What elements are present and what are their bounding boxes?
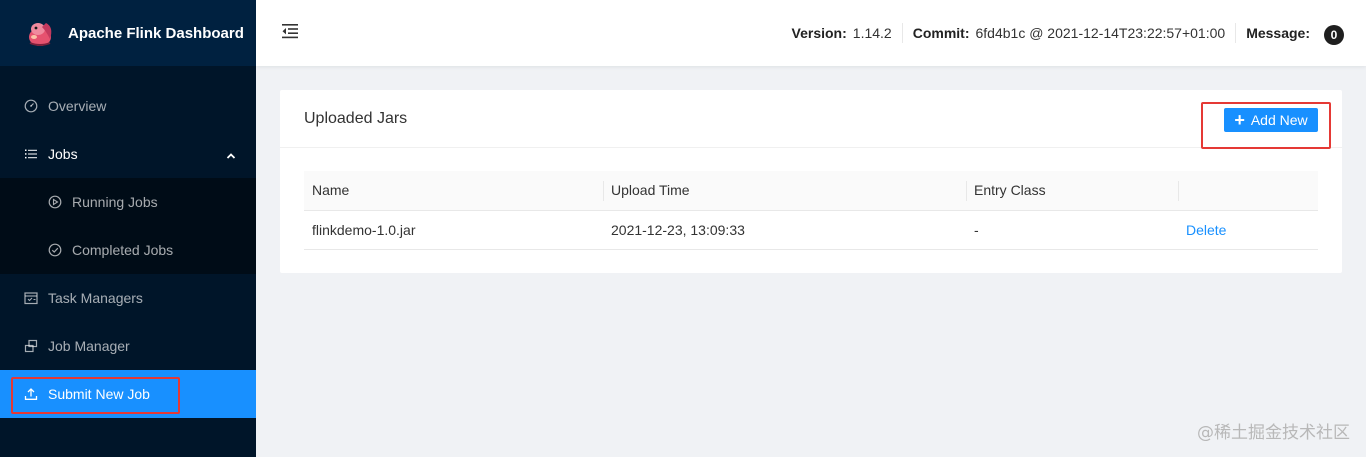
column-header-actions [1178,171,1318,211]
card-title: Uploaded Jars [304,109,408,127]
version-label: Version: [791,25,847,41]
sidebar: Apache Flink Dashboard Overview Jobs Run… [0,0,256,457]
jars-table: Name Upload Time Entry Class flinkdemo-1… [304,171,1318,250]
add-new-label: Add New [1250,112,1308,128]
sidebar-item-overview[interactable]: Overview [0,82,256,130]
upload-icon [24,387,38,401]
app-title: Apache Flink Dashboard [68,24,244,42]
actions-cell: Delete [1178,210,1318,250]
logo[interactable]: Apache Flink Dashboard [0,0,256,66]
menu-fold-icon[interactable] [280,22,300,40]
message-label: Message: [1246,25,1310,41]
entry-class-cell[interactable]: - [966,210,1178,250]
sidebar-item-task-managers[interactable]: Task Managers [0,274,256,322]
version-info: Version: 1.14.2 [782,23,902,43]
sidebar-item-completed-jobs[interactable]: Completed Jobs [0,226,256,274]
sidebar-item-label: Submit New Job [48,386,150,402]
message-info[interactable]: Message: 0 [1235,23,1354,45]
sidebar-item-label: Job Manager [48,338,130,354]
commit-info: Commit: 6fd4b1c @ 2021-12-14T23:22:57+01… [901,23,1235,43]
add-new-button[interactable]: + Add New [1224,108,1318,132]
sidebar-item-label: Task Managers [48,290,143,306]
jar-name-cell[interactable]: flinkdemo-1.0.jar [304,210,603,250]
uploaded-jars-card: Uploaded Jars + Add New Name Upload Time… [280,90,1342,273]
message-count-badge[interactable]: 0 [1324,25,1344,45]
version-value: 1.14.2 [852,25,892,41]
header-meta: Version: 1.14.2 Commit: 6fd4b1c @ 2021-1… [782,23,1354,45]
table-row[interactable]: flinkdemo-1.0.jar 2021-12-23, 13:09:33 -… [304,210,1318,250]
sidebar-item-job-manager[interactable]: Job Manager [0,322,256,370]
table-header-row: Name Upload Time Entry Class [304,171,1318,211]
commit-label: Commit: [912,25,970,41]
flink-squirrel-logo-icon [24,17,56,49]
cluster-icon [24,339,38,353]
sidebar-item-submit-new-job[interactable]: Submit New Job [0,370,256,418]
column-header-upload-time[interactable]: Upload Time [603,171,966,211]
sidebar-item-jobs[interactable]: Jobs [0,130,256,178]
schedule-icon [24,291,38,305]
sidebar-item-label: Jobs [48,146,78,162]
commit-value: 6fd4b1c @ 2021-12-14T23:22:57+01:00 [975,25,1226,41]
sidebar-item-label: Overview [48,98,107,114]
top-header: Version: 1.14.2 Commit: 6fd4b1c @ 2021-1… [256,0,1366,66]
column-header-name[interactable]: Name [304,171,603,211]
column-header-entry-class[interactable]: Entry Class [966,171,1178,211]
sidebar-item-label: Completed Jobs [72,242,174,258]
sidebar-item-label: Running Jobs [72,194,158,210]
watermark: @稀土掘金技术社区 [1197,423,1350,443]
sidebar-menu: Overview Jobs Running Jobs Completed Job… [0,82,256,418]
dashboard-icon [24,99,38,113]
sidebar-item-running-jobs[interactable]: Running Jobs [0,178,256,226]
card-header: Uploaded Jars + Add New [280,90,1342,148]
upload-time-cell: 2021-12-23, 13:09:33 [603,210,966,250]
play-circle-icon [48,195,62,209]
plus-icon: + [1234,110,1245,130]
check-circle-icon [48,243,62,257]
list-icon [24,147,38,161]
chevron-up-icon [226,148,236,159]
delete-link[interactable]: Delete [1186,222,1226,238]
